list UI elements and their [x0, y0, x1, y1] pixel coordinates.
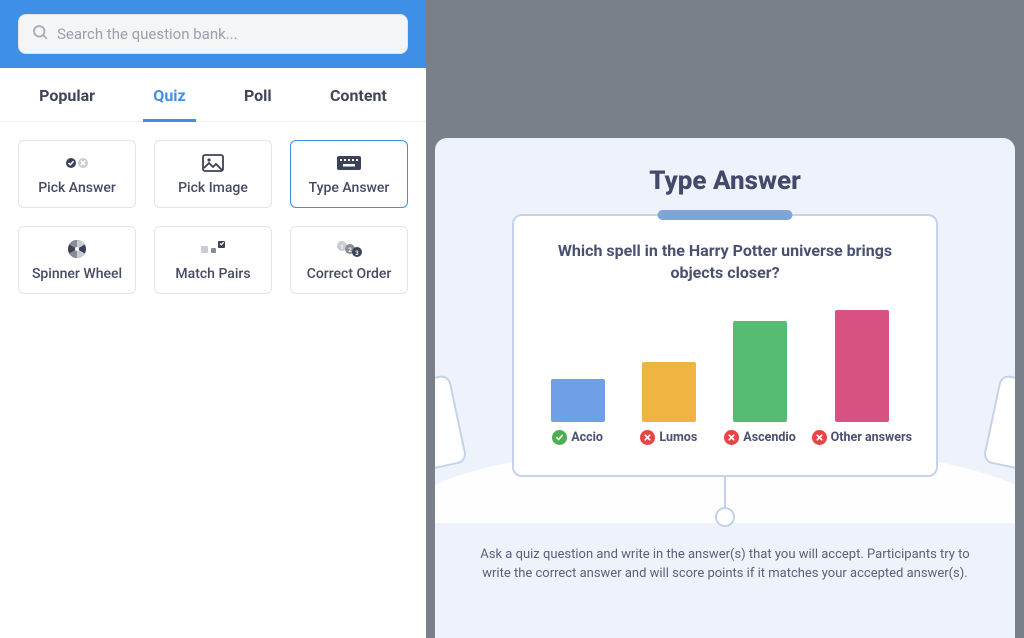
bar-label: Accio	[552, 430, 603, 445]
chart-box: Which spell in the Harry Potter universe…	[512, 214, 938, 477]
bar-item: Other answers	[812, 310, 912, 444]
tab-poll[interactable]: Poll	[234, 68, 282, 122]
tab-popular[interactable]: Popular	[29, 68, 105, 122]
type-label: Match Pairs	[175, 266, 250, 282]
type-card-type-answer[interactable]: Type Answer	[290, 140, 408, 208]
bar-label-text: Ascendio	[743, 430, 796, 445]
type-label: Spinner Wheel	[32, 266, 122, 282]
type-label: Type Answer	[309, 180, 390, 196]
type-label: Correct Order	[307, 266, 392, 282]
tabs: Popular Quiz Poll Content	[0, 68, 426, 122]
x-icon	[812, 430, 827, 445]
spinner-icon	[67, 238, 87, 260]
pick-answer-icon	[63, 152, 91, 174]
search-input[interactable]	[57, 25, 395, 43]
bar	[733, 321, 787, 422]
svg-text:3: 3	[355, 250, 359, 257]
bar-chart: Accio Lumos Ascendio Other answers	[534, 305, 916, 445]
bar-label-text: Other answers	[831, 430, 912, 445]
tab-content[interactable]: Content	[320, 68, 397, 122]
numbered-icon: 1 2 3	[336, 238, 362, 260]
tab-quiz[interactable]: Quiz	[143, 68, 195, 122]
type-label: Pick Answer	[38, 180, 116, 196]
svg-text:2: 2	[348, 247, 352, 254]
bar-label: Other answers	[812, 430, 912, 445]
keyboard-icon	[336, 152, 362, 174]
search-icon	[31, 23, 49, 45]
bar	[551, 379, 605, 422]
type-card-correct-order[interactable]: 1 2 3 Correct Order	[290, 226, 408, 294]
preview-title: Type Answer	[649, 166, 801, 196]
match-pairs-icon	[200, 238, 226, 260]
search-bar-wrap	[0, 0, 426, 68]
type-card-pick-image[interactable]: Pick Image	[154, 140, 272, 208]
chart-tab-decoration	[658, 210, 793, 220]
device-illustration-right	[982, 374, 1015, 472]
type-card-match-pairs[interactable]: Match Pairs	[154, 226, 272, 294]
pick-image-icon	[202, 152, 224, 174]
bar	[642, 362, 696, 422]
bar-item: Ascendio	[720, 321, 799, 445]
question-type-grid: Pick Answer Pick Image	[0, 122, 426, 312]
chart-stand	[715, 477, 735, 527]
device-illustration-left	[435, 374, 468, 472]
x-icon	[724, 430, 739, 445]
svg-text:1: 1	[340, 244, 343, 251]
right-panel: Type Answer Which spell in the Harry Pot…	[426, 0, 1024, 638]
question-text: Which spell in the Harry Potter universe…	[534, 240, 916, 285]
bar-label: Ascendio	[724, 430, 796, 445]
check-icon	[552, 430, 567, 445]
bar-label-text: Lumos	[659, 430, 697, 445]
preview-card: Type Answer Which spell in the Harry Pot…	[435, 138, 1015, 638]
bar-item: Lumos	[629, 362, 708, 445]
left-panel: Popular Quiz Poll Content Pick Answer	[0, 0, 426, 638]
bar-label-text: Accio	[571, 430, 603, 445]
search-bar[interactable]	[18, 14, 408, 54]
type-card-pick-answer[interactable]: Pick Answer	[18, 140, 136, 208]
bar-label: Lumos	[640, 430, 697, 445]
x-icon	[640, 430, 655, 445]
bar	[835, 310, 889, 421]
bar-item: Accio	[538, 379, 617, 445]
type-label: Pick Image	[178, 180, 248, 196]
type-card-spinner-wheel[interactable]: Spinner Wheel	[18, 226, 136, 294]
preview-description: Ask a quiz question and write in the ans…	[475, 545, 975, 584]
